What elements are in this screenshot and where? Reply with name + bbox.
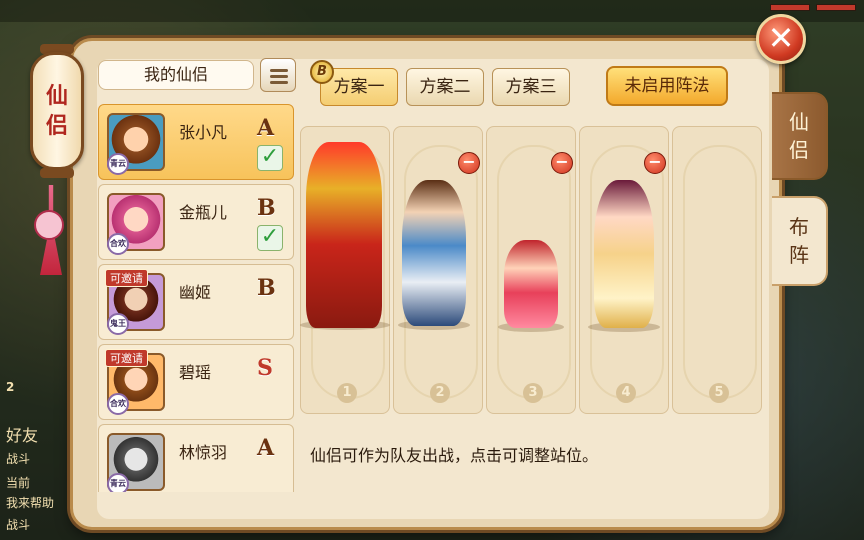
hero-sprite-jin-ping-er[interactable] — [504, 240, 558, 328]
tab-companion[interactable]: 仙 侣 — [772, 92, 828, 180]
remove-icon[interactable]: − — [551, 152, 573, 174]
grade-label: S — [257, 355, 273, 381]
formation-hint: 仙侣可作为队友出战，点击可调整站位。 — [310, 446, 599, 465]
slot-number: 5 — [709, 383, 729, 403]
slot-number: 1 — [337, 383, 357, 403]
companion-name: 碧瑶 — [179, 363, 212, 382]
faction-badge: 合欢 — [107, 233, 129, 255]
chat-line: 战斗 — [6, 518, 31, 532]
charm-icon — [34, 210, 64, 240]
chat-line: 当前 — [6, 476, 31, 490]
companion-card[interactable]: 可邀请 合欢 碧瑶 S — [98, 344, 294, 420]
check-icon[interactable]: ✓ — [257, 225, 283, 251]
check-icon[interactable]: ✓ — [257, 145, 283, 171]
grade-label: A — [257, 115, 275, 141]
grade-label: B — [257, 275, 276, 301]
chat-line: 战斗 — [6, 452, 31, 466]
tab-char: 仙 — [789, 110, 809, 134]
remove-icon[interactable]: − — [644, 152, 666, 174]
remove-icon[interactable]: − — [458, 152, 480, 174]
hp-bar — [770, 4, 810, 11]
companion-card[interactable]: 青云 张小凡 A ✓ — [98, 104, 294, 180]
tab-formation[interactable]: 布 阵 — [772, 196, 828, 286]
tab-scheme-2[interactable]: 方案二 — [406, 68, 484, 106]
tab-char: 侣 — [789, 138, 809, 162]
invite-tag: 可邀请 — [105, 269, 148, 287]
companion-card[interactable]: 可邀请 鬼王 幽姬 B — [98, 264, 294, 340]
tab-scheme-3[interactable]: 方案三 — [492, 68, 570, 106]
grade-label: A — [257, 435, 275, 461]
lantern-char: 仙 — [45, 83, 68, 109]
companion-list-header: 我的仙侣 — [98, 60, 254, 90]
scheme-badge-icon: B — [310, 60, 334, 84]
companion-name: 林惊羽 — [179, 443, 228, 462]
close-button[interactable]: ✕ — [756, 14, 806, 64]
lantern-char: 侣 — [45, 113, 68, 139]
top-hud — [0, 0, 864, 22]
hero-sprite-player[interactable] — [306, 142, 382, 328]
panel-title-lantern: 仙 侣 — [30, 52, 84, 170]
companion-list: 青云 张小凡 A ✓ 合欢 金瓶儿 B ✓ 可邀请 鬼王 幽姬 B 可邀请 合欢… — [98, 104, 294, 492]
tab-char: 布 — [789, 215, 809, 239]
hero-sprite-companion[interactable] — [594, 180, 654, 328]
faction-badge: 鬼王 — [107, 313, 129, 335]
companion-card[interactable]: 青云 林惊羽 A — [98, 424, 294, 492]
companion-name: 金瓶儿 — [179, 203, 228, 222]
hero-sprite-zhang-xiaofan[interactable] — [402, 180, 466, 326]
tab-char: 阵 — [789, 243, 809, 267]
slot-number: 3 — [523, 383, 543, 403]
chat-badge: 2 — [6, 380, 15, 394]
lantern-cap-bottom — [40, 168, 74, 178]
hud-status-bars — [770, 4, 856, 11]
list-menu-icon — [270, 69, 288, 72]
companion-name: 张小凡 — [179, 123, 228, 142]
chat-line: 我来帮助 — [6, 496, 55, 510]
faction-badge: 合欢 — [107, 393, 129, 415]
list-menu-button[interactable] — [260, 58, 296, 92]
list-menu-icon — [270, 81, 288, 84]
chat-remnant: 2 好友 战斗 当前 我来帮助 战斗 — [0, 380, 80, 540]
grade-label: B — [257, 195, 276, 221]
companion-card[interactable]: 合欢 金瓶儿 B ✓ — [98, 184, 294, 260]
faction-badge: 青云 — [107, 473, 129, 492]
friends-label[interactable]: 好友 — [6, 422, 38, 446]
companion-name: 幽姬 — [179, 283, 212, 302]
faction-badge: 青云 — [107, 153, 129, 175]
formation-slot[interactable]: 5 — [672, 126, 762, 414]
invite-tag: 可邀请 — [105, 349, 148, 367]
mp-bar — [816, 4, 856, 11]
slot-number: 4 — [616, 383, 636, 403]
list-menu-icon — [270, 75, 288, 78]
formation-button[interactable]: 未启用阵法 — [606, 66, 728, 106]
slot-number: 2 — [430, 383, 450, 403]
